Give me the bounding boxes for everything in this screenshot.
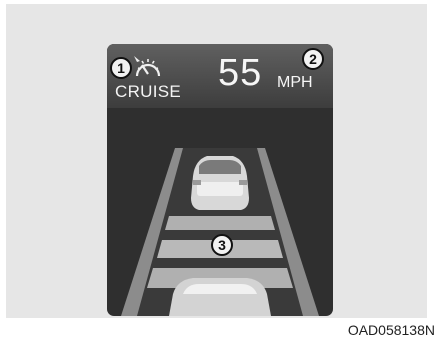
- cruise-label: CRUISE: [115, 82, 182, 101]
- cruise-speedometer-icon: [134, 56, 161, 77]
- cruise-status-bar: 1 CRUISE 55 MPH 2: [107, 44, 333, 108]
- preceding-vehicle-icon: [191, 156, 249, 210]
- own-vehicle-icon: [169, 278, 271, 316]
- cluster-display: 1 CRUISE 55 MPH 2 3: [107, 44, 333, 316]
- speed-unit: MPH: [277, 74, 313, 91]
- callout-1: 1: [110, 57, 132, 79]
- set-speed-value: 55: [218, 52, 263, 94]
- distance-bar-1: [165, 216, 275, 230]
- callout-3: 3: [211, 234, 233, 256]
- road-graphic: [121, 148, 319, 316]
- figure-code: OAD058138N: [347, 322, 435, 338]
- callout-2: 2: [302, 48, 324, 70]
